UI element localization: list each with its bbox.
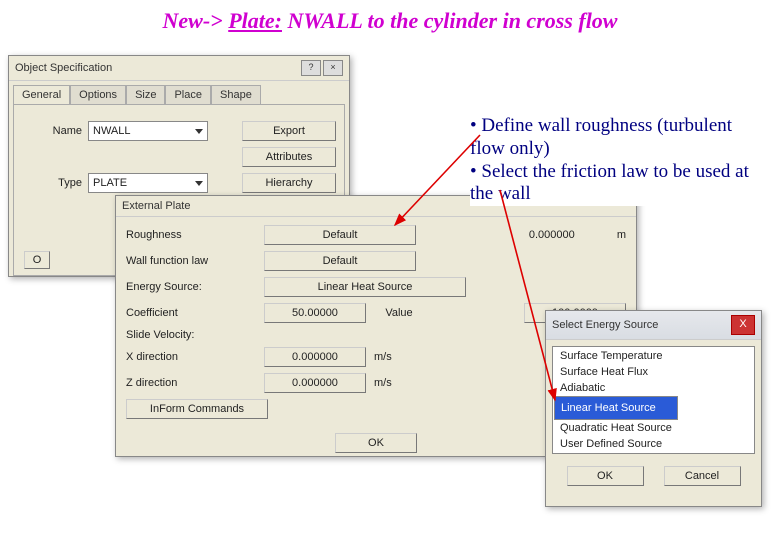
xdir-button[interactable]: 0.000000 [264, 347, 366, 367]
name-select[interactable]: NWALL [88, 121, 208, 141]
window-title: Object Specification [15, 62, 112, 74]
coeff-label: Coefficient [126, 307, 256, 319]
xdir-unit: m/s [374, 351, 392, 363]
energy-source-listbox[interactable]: Surface Temperature Surface Heat Flux Ad… [552, 346, 755, 454]
cancel-button[interactable]: Cancel [664, 466, 741, 486]
tab-shape[interactable]: Shape [211, 85, 261, 104]
roughness-unit: m [617, 229, 626, 241]
inform-commands-button[interactable]: InForm Commands [126, 399, 268, 419]
zdir-unit: m/s [374, 377, 392, 389]
tab-options[interactable]: Options [70, 85, 126, 104]
list-item[interactable]: Adiabatic [554, 380, 753, 396]
energy-row: Energy Source: Linear Heat Source [126, 277, 626, 297]
titlebar: Select Energy Source X [546, 311, 761, 340]
window-title: External Plate [122, 200, 190, 212]
xdir-label: X direction [126, 351, 256, 363]
titlebar: Object Specification ? × [9, 56, 349, 81]
slide-title: New-> Plate: NWALL to the cylinder in cr… [0, 0, 780, 38]
tab-general[interactable]: General [13, 85, 70, 104]
type-label: Type [22, 177, 82, 189]
list-item[interactable]: Surface Temperature [554, 348, 753, 364]
list-item-selected[interactable]: Linear Heat Source [554, 396, 678, 420]
wallfn-label: Wall function law [126, 255, 256, 267]
window-title: Select Energy Source [552, 319, 658, 331]
o-button[interactable]: O [24, 251, 50, 269]
close-button[interactable]: × [323, 60, 343, 76]
roughness-button[interactable]: Default [264, 225, 416, 245]
select-energy-source-window: Select Energy Source X Surface Temperatu… [545, 310, 762, 507]
help-button[interactable]: ? [301, 60, 321, 76]
slidevel-label: Slide Velocity: [126, 329, 256, 341]
tab-size[interactable]: Size [126, 85, 165, 104]
list-item[interactable]: User Defined Source [554, 436, 753, 452]
coeff-button[interactable]: 50.00000 [264, 303, 366, 323]
zdir-button[interactable]: 0.000000 [264, 373, 366, 393]
ok-button[interactable]: OK [567, 466, 644, 486]
ok-button[interactable]: OK [335, 433, 417, 453]
roughness-value: 0.000000 [529, 229, 609, 241]
roughness-row: Roughness Default 0.000000 m [126, 225, 626, 245]
wallfn-row: Wall function law Default [126, 251, 626, 271]
list-item[interactable]: Quadratic Heat Source [554, 420, 753, 436]
roughness-label: Roughness [126, 229, 256, 241]
export-button[interactable]: Export [242, 121, 336, 141]
name-label: Name [22, 125, 82, 137]
tab-place[interactable]: Place [165, 85, 211, 104]
energy-source-button[interactable]: Linear Heat Source [264, 277, 466, 297]
list-item[interactable]: Surface Heat Flux [554, 364, 753, 380]
wallfn-button[interactable]: Default [264, 251, 416, 271]
hierarchy-button[interactable]: Hierarchy [242, 173, 336, 193]
attributes-button[interactable]: Attributes [242, 147, 336, 167]
zdir-label: Z direction [126, 377, 256, 389]
close-icon[interactable]: X [731, 315, 755, 335]
tab-strip: General Options Size Place Shape [9, 81, 349, 104]
chevron-down-icon [195, 129, 203, 134]
annotation-notes: • Define wall roughness (turbulent flow … [470, 115, 760, 206]
type-select[interactable]: PLATE [88, 173, 208, 193]
chevron-down-icon [195, 181, 203, 186]
value-label: Value [374, 307, 424, 319]
energy-label: Energy Source: [126, 281, 256, 293]
